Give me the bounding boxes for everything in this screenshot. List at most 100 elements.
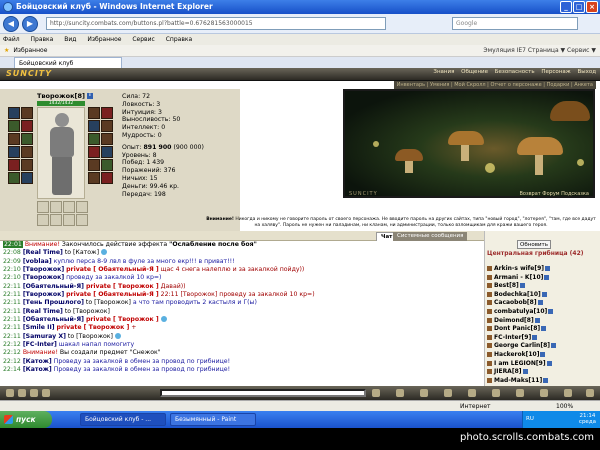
menu-edit[interactable]: Правка <box>31 36 54 43</box>
translit-icon[interactable] <box>42 389 50 397</box>
toolbar-icon-6[interactable] <box>516 389 524 397</box>
chat-log[interactable]: 22:01 Внимание! Закончилось действие эфф… <box>0 241 484 386</box>
shield-slot[interactable] <box>88 107 100 119</box>
address-input[interactable]: http://suncity.combats.com/buttons.pl?ba… <box>46 17 386 30</box>
list-item[interactable]: JIERA[8] <box>487 368 591 377</box>
belt-pocket-2[interactable] <box>50 201 62 213</box>
item-slot-4[interactable] <box>88 146 100 158</box>
list-item[interactable]: Hackerok[10] <box>487 351 591 360</box>
window-titlebar[interactable]: Бойцовский клуб - Windows Internet Explo… <box>0 0 600 14</box>
menu-file[interactable]: Файл <box>3 36 20 43</box>
toolbar-icon-4[interactable] <box>468 389 476 397</box>
list-item[interactable]: Bodechka[10] <box>487 291 591 300</box>
nav-communication[interactable]: Общение <box>461 69 488 75</box>
nav-exit[interactable]: Выход <box>577 69 596 75</box>
start-button[interactable]: пуск <box>0 411 52 428</box>
star-icon[interactable]: ★ <box>4 47 9 54</box>
necklace-slot[interactable] <box>8 120 20 132</box>
armor-slot[interactable] <box>8 133 20 145</box>
list-item[interactable]: Deimond[8] <box>487 317 591 326</box>
clan-icon <box>487 369 492 375</box>
character-name[interactable]: Творожок[8] i <box>37 92 93 100</box>
search-input[interactable]: Google <box>452 17 578 30</box>
game-subnav[interactable]: Инвентарь | Умения | Мой Скролл | Отчет … <box>393 81 596 89</box>
menu-favorites[interactable]: Избранное <box>87 36 121 43</box>
chat-clear-icon[interactable] <box>30 389 38 397</box>
toolbar-icon-2[interactable] <box>420 389 428 397</box>
nav-character[interactable]: Персонаж <box>541 69 570 75</box>
taskbar-item-ie[interactable]: Бойцовский клуб - ... <box>80 413 166 426</box>
item-slot-6[interactable] <box>88 159 100 171</box>
belt-pocket-5[interactable] <box>37 214 49 226</box>
menu-help[interactable]: Справка <box>166 36 192 43</box>
belt-pocket-1[interactable] <box>37 201 49 213</box>
send-icon[interactable] <box>372 389 380 397</box>
taskbar-item-paint[interactable]: Безымянный - Paint <box>170 413 256 426</box>
list-item[interactable]: Dont Panic[8] <box>487 325 591 334</box>
list-item[interactable]: FC-Inter[9] <box>487 334 591 343</box>
toolbar-icon-1[interactable] <box>396 389 404 397</box>
offhand-slot[interactable] <box>101 107 113 119</box>
earring-slot[interactable] <box>21 107 33 119</box>
pants-slot[interactable] <box>21 172 33 184</box>
location-view[interactable]: SUNCITY Возврат Форум Подсказка <box>343 89 595 198</box>
language-indicator[interactable]: RU <box>526 416 534 422</box>
ring2-slot[interactable] <box>8 159 20 171</box>
chat-filter-icon[interactable] <box>18 389 26 397</box>
belt-pocket-7[interactable] <box>63 214 75 226</box>
list-item[interactable]: Best[8] <box>487 282 591 291</box>
item-slot-5[interactable] <box>101 146 113 158</box>
info-icon[interactable]: i <box>86 93 93 99</box>
command-bar[interactable]: Эмуляция IE7 Страница ▼ Сервис ▼ <box>483 45 596 57</box>
bracer-slot[interactable] <box>8 146 20 158</box>
item-slot-8[interactable] <box>101 172 113 184</box>
list-item[interactable]: Arkin-s wife[9] <box>487 265 591 274</box>
favorites-label[interactable]: Избранное <box>13 47 47 54</box>
weapon-slot[interactable] <box>21 120 33 132</box>
item-slot-1[interactable] <box>101 120 113 132</box>
chat-line: 22:11 [Обаятельный-Я] private [ Творожок… <box>3 316 484 324</box>
view-logo: SUNCITY <box>349 191 378 197</box>
boots-slot[interactable] <box>88 172 100 184</box>
item-slot-2[interactable] <box>88 133 100 145</box>
nav-knowledge[interactable]: Знания <box>433 69 454 75</box>
list-item[interactable]: I am LEGION[9] <box>487 360 591 369</box>
list-item[interactable]: Armani - K[10] <box>487 274 591 283</box>
toolbar-icon-8[interactable] <box>564 389 572 397</box>
belt-pocket-4[interactable] <box>76 201 88 213</box>
view-links[interactable]: Возврат Форум Подсказка <box>519 191 589 196</box>
refresh-button[interactable]: Обновить <box>517 240 551 249</box>
menu-view[interactable]: Вид <box>64 36 76 43</box>
item-slot-3[interactable] <box>101 133 113 145</box>
cloak-slot[interactable] <box>88 120 100 132</box>
forward-button[interactable]: ▶ <box>22 16 38 32</box>
exit-icon[interactable] <box>586 389 594 397</box>
tab-combats[interactable]: Бойцовский клуб <box>14 57 122 68</box>
chat-input[interactable] <box>160 389 366 397</box>
list-item[interactable]: combatulya[10] <box>487 308 591 317</box>
ring-slot[interactable] <box>21 146 33 158</box>
helmet-slot[interactable] <box>8 107 20 119</box>
tab-system-messages[interactable]: Системные сообщения <box>393 232 468 241</box>
belt-pocket-3[interactable] <box>63 201 75 213</box>
belt-pocket-6[interactable] <box>50 214 62 226</box>
toolbar-icon-7[interactable] <box>540 389 548 397</box>
list-item[interactable]: Mad-Maks[11] <box>487 377 591 386</box>
belt-slot[interactable] <box>21 133 33 145</box>
list-item[interactable]: Cacaobob[8] <box>487 299 591 308</box>
nav-security[interactable]: Безопасность <box>495 69 535 75</box>
menu-tools[interactable]: Сервис <box>132 36 154 43</box>
back-button[interactable]: ◀ <box>3 16 19 32</box>
list-item[interactable]: George Carlin[8] <box>487 342 591 351</box>
smiles-icon[interactable] <box>6 389 14 397</box>
belt-pocket-8[interactable] <box>76 214 88 226</box>
gloves-slot[interactable] <box>8 172 20 184</box>
toolbar-icon-3[interactable] <box>444 389 452 397</box>
maximize-button[interactable]: □ <box>573 1 585 13</box>
minimize-button[interactable]: _ <box>560 1 572 13</box>
close-button[interactable]: × <box>586 1 598 13</box>
character-avatar[interactable] <box>37 107 85 199</box>
ring3-slot[interactable] <box>21 159 33 171</box>
item-slot-7[interactable] <box>101 159 113 171</box>
toolbar-icon-5[interactable] <box>492 389 500 397</box>
